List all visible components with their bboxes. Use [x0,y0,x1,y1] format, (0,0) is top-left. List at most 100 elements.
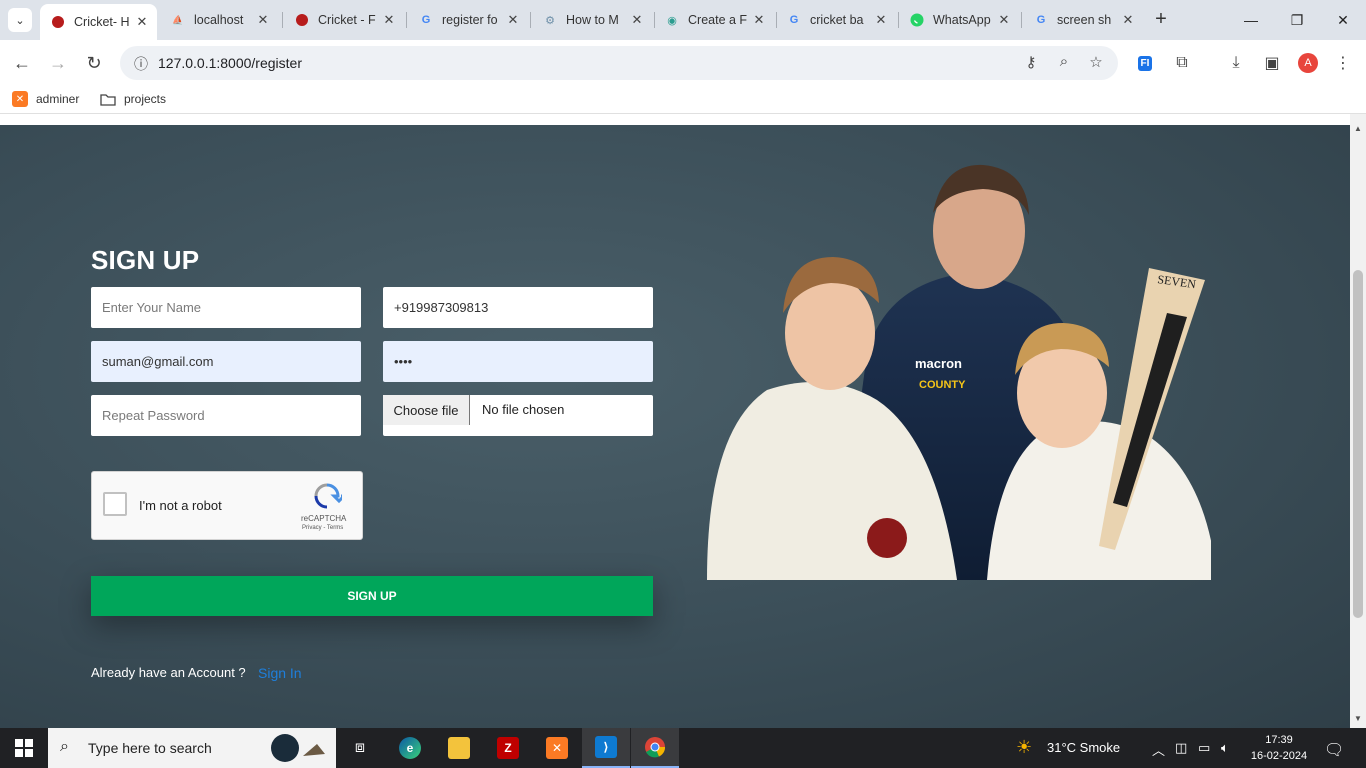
search-highlight-icon [271,734,325,762]
tab-label: How to M [566,13,619,27]
tab-label: Cricket- H [74,15,130,29]
bookmark-star-icon[interactable]: ☆ [1085,53,1107,73]
volume-icon[interactable]: 🔈︎ [1221,740,1229,756]
tray-overflow-icon[interactable]: ︿ [1152,740,1165,759]
taskbar-xampp[interactable]: ✕ [533,728,581,768]
arrow-right-icon: → [49,52,67,73]
page-scrollbar[interactable]: ▲ ▼ [1350,114,1366,728]
close-icon[interactable]: ✕ [628,12,646,28]
close-icon[interactable]: ✕ [133,14,151,30]
close-icon[interactable]: ✕ [1119,12,1137,28]
tab-separator [282,12,283,28]
tab-cricket-2[interactable]: Cricket - F ✕ [284,5,404,35]
taskbar-search[interactable]: ⌕ Type here to search [48,728,336,768]
extension-fi-icon[interactable]: FI [1134,52,1156,74]
close-window-button[interactable]: ✕ [1320,0,1366,40]
taskbar-file-explorer[interactable] [435,728,483,768]
url-text[interactable]: 127.0.0.1:8000/register [158,55,302,71]
task-view-icon: ⧈ [354,739,366,756]
password-input[interactable] [383,341,653,382]
email-input[interactable] [91,341,361,382]
scroll-down-icon[interactable]: ▼ [1353,714,1363,723]
name-input[interactable] [91,287,361,328]
notification-icon[interactable]: 🗨︎ [1324,740,1344,760]
site-info-icon[interactable]: ⓘ [132,54,150,72]
tab-cricket-home[interactable]: Cricket- H ✕ [40,4,157,40]
taskbar-filezilla[interactable]: Z [484,728,532,768]
minimize-icon: — [1244,12,1258,28]
download-icon[interactable]: ⤓ [1225,52,1247,74]
bookmark-adminer[interactable]: ✕ adminer [12,91,79,107]
forward-button[interactable]: → [45,50,71,76]
close-icon[interactable]: ✕ [872,12,890,28]
page-viewport: SIGN UP Choose file No file chosen I'm n… [0,114,1350,728]
profile-avatar[interactable]: A [1297,52,1319,74]
taskbar-vscode[interactable]: ⟩ [582,728,630,768]
xampp-icon: ✕ [546,737,568,759]
close-icon[interactable]: ✕ [995,12,1013,28]
recaptcha-checkbox[interactable] [103,492,127,516]
tab-search-button[interactable]: ⌄ [8,8,32,32]
tab-separator [1021,12,1022,28]
new-tab-button[interactable]: + [1150,8,1172,32]
restore-button[interactable]: ❐ [1274,0,1320,40]
extensions-puzzle-icon[interactable]: ⧉ [1171,52,1193,74]
search-icon: ⌕ [60,738,69,755]
profile-web-icon: ◉ [667,14,677,27]
weather-icon[interactable]: ☀ [1016,737,1032,758]
reload-button[interactable]: ↻ [81,50,107,76]
scrollbar-thumb[interactable] [1353,270,1363,618]
tab-whatsapp[interactable]: WhatsApp ✕ [899,5,1019,35]
file-upload-field[interactable]: Choose file No file chosen [383,395,653,436]
close-icon[interactable]: ✕ [504,12,522,28]
menu-kebab-icon[interactable]: ⋮ [1332,52,1354,74]
repeat-password-input[interactable] [91,395,361,436]
password-key-icon[interactable]: ⚷ [1020,53,1042,73]
meet-now-icon[interactable]: ◫ [1175,740,1187,756]
account-prompt: Already have an Account ? [91,665,246,680]
network-icon[interactable]: ▭ [1198,740,1210,756]
tab-how-to[interactable]: ⚙ How to M ✕ [532,5,652,35]
taskbar-search-placeholder: Type here to search [88,740,212,756]
bookmark-projects[interactable]: projects [100,91,166,107]
scroll-up-icon[interactable]: ▲ [1353,124,1363,133]
weather-text[interactable]: 31°C Smoke [1047,740,1120,755]
phone-input[interactable] [383,287,653,328]
tab-cricket-search[interactable]: G cricket ba ✕ [776,5,896,35]
cricket-players-photo: macron COUNTY SEVEN [707,164,1211,580]
side-panel-icon[interactable]: ▣ [1261,52,1283,74]
web-icon: ⚙ [545,14,555,27]
google-icon: G [421,14,431,26]
start-button[interactable] [0,728,48,768]
browser-toolbar: ← → ↻ ⓘ 127.0.0.1:8000/register ⚷ ⌕ ☆ FI… [0,40,1366,86]
whatsapp-icon [909,12,925,28]
tab-separator [530,12,531,28]
tab-label: Create a F [688,13,748,27]
cricket-ball-icon [50,14,66,30]
tab-localhost[interactable]: ⛵ localhost ✕ [160,5,278,35]
signup-submit-button[interactable]: SIGN UP [91,576,653,616]
address-bar[interactable]: ⓘ 127.0.0.1:8000/register ⚷ ⌕ ☆ [120,46,1118,80]
choose-file-button[interactable]: Choose file [383,395,470,425]
tab-register-search[interactable]: G register fo ✕ [408,5,528,35]
recaptcha-terms-link[interactable]: Privacy - Terms [302,525,343,531]
tab-screenshot-search[interactable]: G screen sh ✕ [1023,5,1143,35]
tab-label: Cricket - F [318,13,376,27]
signin-link[interactable]: Sign In [258,665,302,681]
bookmark-label: adminer [36,92,80,106]
close-icon[interactable]: ✕ [254,12,272,28]
cricket-ball-icon [294,12,310,28]
taskbar-edge[interactable]: e [386,728,434,768]
tab-strip: ⌄ Cricket- H ✕ ⛵ localhost ✕ Cricket - F… [0,0,1366,40]
close-icon[interactable]: ✕ [380,12,398,28]
taskbar-chrome[interactable] [631,728,679,768]
task-view-button[interactable]: ⧈ [336,728,384,768]
tab-create[interactable]: ◉ Create a F ✕ [654,5,774,35]
recaptcha-widget: I'm not a robot reCAPTCHA Privacy - Term… [91,471,363,540]
minimize-button[interactable]: — [1228,0,1274,40]
taskbar-clock[interactable]: 17:39 16-02-2024 [1248,732,1310,764]
close-icon[interactable]: ✕ [750,12,768,28]
clock-date: 16-02-2024 [1250,750,1308,762]
zoom-icon[interactable]: ⌕ [1053,53,1075,73]
back-button[interactable]: ← [9,50,35,76]
